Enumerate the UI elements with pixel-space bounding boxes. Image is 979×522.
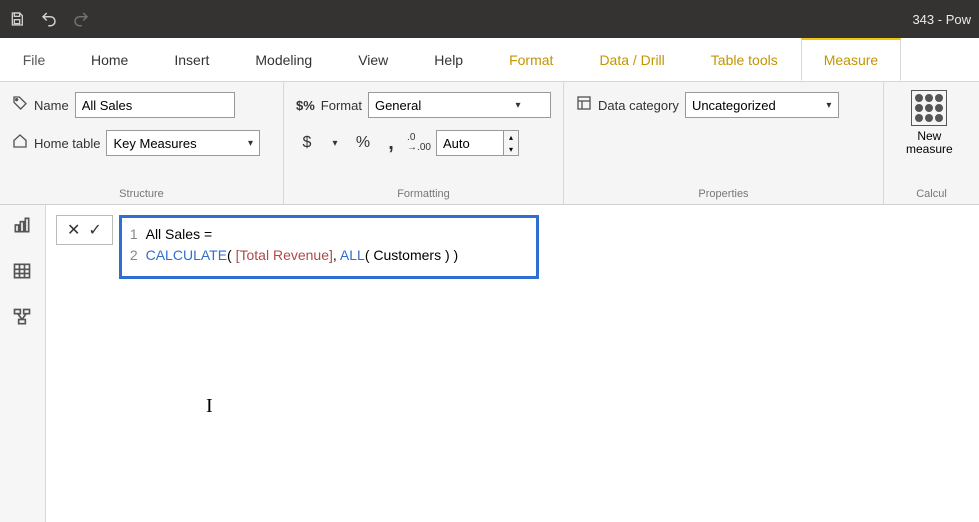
tab-format[interactable]: Format bbox=[486, 38, 576, 81]
thousands-button[interactable]: , bbox=[380, 132, 402, 154]
titlebar: 343 - Pow bbox=[0, 0, 979, 38]
dax-column-ref: [Total Revenue] bbox=[236, 247, 333, 263]
ribbon-group-properties: Data category ▾ Properties bbox=[564, 82, 884, 204]
text-cursor-icon: I bbox=[206, 395, 213, 418]
commit-formula-icon[interactable]: ✓ bbox=[88, 220, 101, 240]
spin-down-icon[interactable]: ▾ bbox=[504, 143, 518, 155]
name-input[interactable] bbox=[75, 92, 235, 118]
data-category-label: Data category bbox=[598, 98, 679, 113]
formula-bar-actions: ✕ ✓ bbox=[56, 215, 113, 245]
format-label: Format bbox=[321, 98, 362, 113]
home-icon bbox=[12, 133, 28, 154]
group-caption-calculations: Calcul bbox=[896, 188, 967, 202]
cancel-formula-icon[interactable]: ✕ bbox=[67, 220, 80, 240]
ribbon-group-formatting: $% Format ▾ $ ▾ % , .0→.00 ▴▾ Formatting bbox=[284, 82, 564, 204]
tab-table-tools[interactable]: Table tools bbox=[688, 38, 801, 81]
format-prefix-icon: $% bbox=[296, 98, 315, 113]
tab-home[interactable]: Home bbox=[68, 38, 151, 81]
percent-button[interactable]: % bbox=[352, 132, 374, 154]
tab-data-drill[interactable]: Data / Drill bbox=[576, 38, 687, 81]
save-icon[interactable] bbox=[8, 10, 26, 28]
ribbon-tabs: File Home Insert Modeling View Help Form… bbox=[0, 38, 979, 82]
group-caption-formatting: Formatting bbox=[296, 188, 551, 202]
chevron-down-icon[interactable]: ▾ bbox=[241, 138, 259, 149]
chevron-down-icon[interactable]: ▾ bbox=[509, 100, 527, 111]
ribbon: Name Home table ▾ Structure $% Format ▾ bbox=[0, 82, 979, 205]
tab-view[interactable]: View bbox=[335, 38, 411, 81]
tab-modeling[interactable]: Modeling bbox=[232, 38, 335, 81]
window-title: 343 - Pow bbox=[912, 12, 971, 27]
tab-help[interactable]: Help bbox=[411, 38, 486, 81]
new-measure-button[interactable]: New measure bbox=[896, 90, 963, 156]
tab-file[interactable]: File bbox=[0, 38, 68, 81]
formula-editor[interactable]: 1All Sales = 2CALCULATE( [Total Revenue]… bbox=[119, 215, 539, 279]
ribbon-group-structure: Name Home table ▾ Structure bbox=[0, 82, 284, 204]
currency-button[interactable]: $ bbox=[296, 132, 318, 154]
new-measure-label: New measure bbox=[906, 130, 953, 156]
report-view-icon[interactable] bbox=[12, 215, 34, 237]
redo-icon[interactable] bbox=[72, 10, 90, 28]
model-view-icon[interactable] bbox=[12, 307, 34, 329]
name-label: Name bbox=[34, 98, 69, 113]
tag-icon bbox=[12, 95, 28, 116]
format-select[interactable]: ▾ bbox=[368, 92, 551, 118]
home-table-select[interactable]: ▾ bbox=[106, 130, 260, 156]
group-caption-structure: Structure bbox=[12, 188, 271, 202]
category-icon bbox=[576, 95, 592, 116]
group-caption-properties: Properties bbox=[576, 188, 871, 202]
home-table-label: Home table bbox=[34, 136, 100, 151]
report-canvas[interactable]: Sh ✕ ✓ 1All Sales = 2CALCULATE( [Total R… bbox=[46, 205, 979, 522]
dax-keyword-calculate: CALCULATE bbox=[146, 247, 227, 263]
decimal-spinner[interactable]: ▴▾ bbox=[436, 130, 519, 156]
data-category-select[interactable]: ▾ bbox=[685, 92, 839, 118]
formula-line-1: All Sales = bbox=[146, 226, 216, 242]
tab-measure-tools[interactable]: Measure bbox=[801, 38, 901, 81]
spin-up-icon[interactable]: ▴ bbox=[504, 131, 518, 143]
view-rail bbox=[0, 205, 46, 522]
tab-insert[interactable]: Insert bbox=[151, 38, 232, 81]
ribbon-group-calculations: New measure Calcul bbox=[884, 82, 979, 204]
chevron-down-icon[interactable]: ▾ bbox=[820, 100, 838, 111]
chevron-down-icon[interactable]: ▾ bbox=[324, 132, 346, 154]
dax-keyword-all: ALL bbox=[340, 247, 365, 263]
calculator-icon bbox=[911, 90, 947, 126]
data-view-icon[interactable] bbox=[12, 261, 34, 283]
undo-icon[interactable] bbox=[40, 10, 58, 28]
decimals-button[interactable]: .0→.00 bbox=[408, 132, 430, 154]
